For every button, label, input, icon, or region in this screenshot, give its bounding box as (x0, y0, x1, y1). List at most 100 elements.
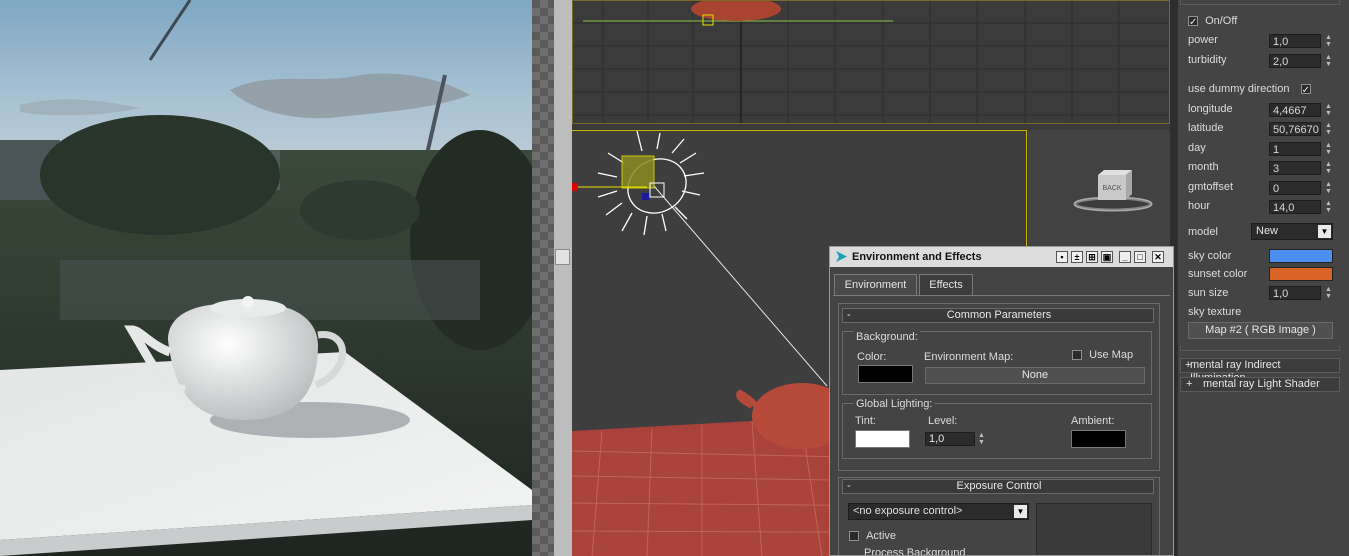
rollout-light-shader-label: mental ray Light Shader (1203, 378, 1320, 390)
color-label: Color: (857, 351, 887, 363)
dialog-pin-button[interactable]: ± (1071, 251, 1083, 263)
level-label: Level: (928, 415, 958, 427)
model-dropdown[interactable]: New ▼ (1251, 223, 1333, 240)
power-label: power (1188, 34, 1218, 46)
sky-color-swatch[interactable] (1269, 249, 1333, 263)
chevron-down-icon[interactable]: ▼ (1014, 505, 1027, 518)
month-spinner[interactable]: 3 (1269, 161, 1321, 175)
rollout-top-edge (1180, 0, 1340, 5)
longitude-spinner[interactable]: 4,4667 (1269, 103, 1321, 117)
sky-color-label: sky color (1188, 250, 1232, 262)
exposure-preview (1036, 503, 1152, 555)
power-spinner[interactable]: 1,0 (1269, 34, 1321, 48)
hour-label: hour (1188, 200, 1211, 212)
close-icon[interactable]: ✕ (1152, 251, 1164, 263)
day-label: day (1188, 142, 1206, 154)
model-value: New (1256, 225, 1279, 237)
exposure-control-title: Exposure Control (956, 480, 1042, 492)
level-spin-arrows[interactable]: ▲ ▼ (977, 432, 986, 446)
sun-size-label: sun size (1188, 287, 1229, 299)
environment-map-label: Environment Map: (924, 351, 1014, 363)
month-spin-arrows[interactable]: ▲ ▼ (1324, 161, 1333, 175)
active-checkbox[interactable] (849, 531, 859, 542)
sunset-color-swatch[interactable] (1269, 267, 1333, 281)
tab-effects[interactable]: Effects (919, 274, 973, 295)
dummy-direction-row[interactable]: use dummy direction (1188, 80, 1311, 100)
use-map-checkbox[interactable] (1072, 350, 1082, 361)
chevron-down-icon[interactable]: ▼ (1318, 225, 1331, 238)
latitude-label: latitude (1188, 122, 1224, 134)
active-row[interactable]: Active (849, 530, 896, 542)
rollout-expand-icon: + (1186, 378, 1193, 390)
minimize-icon[interactable]: _ (1119, 251, 1131, 263)
onoff-label: On/Off (1205, 15, 1238, 27)
rollout-indirect-illumination[interactable]: + mental ray Indirect Illumination (1180, 358, 1340, 384)
day-spin-arrows[interactable]: ▲ ▼ (1324, 142, 1333, 156)
command-panel: On/Off power 1,0 ▲▼ turbidity 2,0 ▲▼ use… (1178, 0, 1349, 556)
ambient-label: Ambient: (1071, 415, 1115, 427)
turbidity-label: turbidity (1188, 54, 1227, 66)
dialog-title: Environment and Effects (852, 251, 982, 263)
dialog-menu-button[interactable]: ▪ (1056, 251, 1068, 263)
longitude-label: longitude (1188, 103, 1233, 115)
exposure-control-value: <no exposure control> (853, 505, 963, 517)
dialog-titlebar[interactable]: Environment and Effects ▪ ± ⊞ ▣ _ □ ✕ (830, 247, 1173, 267)
dummy-direction-label: use dummy direction (1188, 83, 1290, 95)
maximize-icon[interactable]: □ (1134, 251, 1146, 263)
sun-size-spinner[interactable]: 1,0 (1269, 286, 1321, 300)
onoff-checkbox[interactable] (1188, 14, 1198, 32)
exposure-control-dropdown[interactable]: <no exposure control> ▼ (848, 503, 1029, 520)
hour-spin-arrows[interactable]: ▲ ▼ (1324, 200, 1333, 214)
gmtoffset-label: gmtoffset (1188, 181, 1234, 193)
viewport-small[interactable]: BACK (1028, 130, 1170, 246)
viewcube-label: BACK (1102, 185, 1121, 192)
environment-effects-dialog: Environment and Effects ▪ ± ⊞ ▣ _ □ ✕ En… (829, 246, 1174, 556)
hour-spinner[interactable]: 14,0 (1269, 200, 1321, 214)
splitter-handle[interactable] (555, 249, 570, 265)
dummy-direction-checkbox[interactable] (1300, 82, 1311, 100)
active-label: Active (866, 530, 897, 542)
rollout-bottom-edge (1180, 346, 1340, 351)
use-map-label: Use Map (1089, 349, 1134, 361)
common-parameters-header[interactable]: - Common Parameters (842, 308, 1154, 323)
tint-label: Tint: (855, 415, 876, 427)
top-viewport-grid (573, 1, 1169, 123)
gmtoffset-spin-arrows[interactable]: ▲ ▼ (1324, 181, 1333, 195)
sky-texture-label: sky texture (1188, 306, 1242, 318)
latitude-spin-arrows[interactable]: ▲ ▼ (1324, 122, 1333, 136)
use-map-row[interactable]: Use Map (1072, 349, 1133, 361)
render-preview (0, 0, 532, 556)
turbidity-spinner[interactable]: 2,0 (1269, 54, 1321, 68)
global-lighting-label: Global Lighting: (854, 398, 935, 410)
latitude-spinner[interactable]: 50,76670 (1269, 122, 1321, 136)
ambient-color-swatch[interactable] (1071, 430, 1126, 448)
dummy-object (621, 155, 655, 189)
background-color-swatch[interactable] (858, 365, 913, 383)
onoff-row[interactable]: On/Off (1188, 12, 1238, 32)
render-image (0, 0, 532, 556)
rollout-light-shader[interactable]: + mental ray Light Shader (1180, 377, 1340, 392)
sun-size-spin-arrows[interactable]: ▲ ▼ (1324, 286, 1333, 300)
longitude-spin-arrows[interactable]: ▲ ▼ (1324, 103, 1333, 117)
environment-map-button[interactable]: None (925, 367, 1145, 384)
process-background-label: Process Background (864, 547, 966, 556)
tint-color-swatch[interactable] (855, 430, 910, 448)
sky-texture-button[interactable]: Map #2 ( RGB Image ) (1188, 322, 1333, 339)
dialog-options-button[interactable]: ▣ (1101, 251, 1113, 263)
viewcube[interactable]: BACK (1028, 130, 1170, 246)
viewport-scrollbar-track (532, 0, 554, 556)
gmtoffset-spinner[interactable]: 0 (1269, 181, 1321, 195)
month-label: month (1188, 161, 1219, 173)
exposure-control-header[interactable]: - Exposure Control (842, 479, 1154, 494)
dialog-dock-button[interactable]: ⊞ (1086, 251, 1098, 263)
viewport-top[interactable] (572, 0, 1170, 124)
viewport-splitter[interactable] (554, 0, 572, 556)
level-spinner[interactable]: 1,0 (925, 432, 975, 446)
common-parameters-title: Common Parameters (946, 309, 1052, 321)
background-label: Background: (854, 331, 920, 343)
turbidity-spin-arrows[interactable]: ▲ ▼ (1324, 54, 1333, 68)
3dsmax-app-icon (835, 250, 848, 263)
power-spin-arrows[interactable]: ▲ ▼ (1324, 34, 1333, 48)
tab-environment[interactable]: Environment (834, 274, 917, 295)
day-spinner[interactable]: 1 (1269, 142, 1321, 156)
